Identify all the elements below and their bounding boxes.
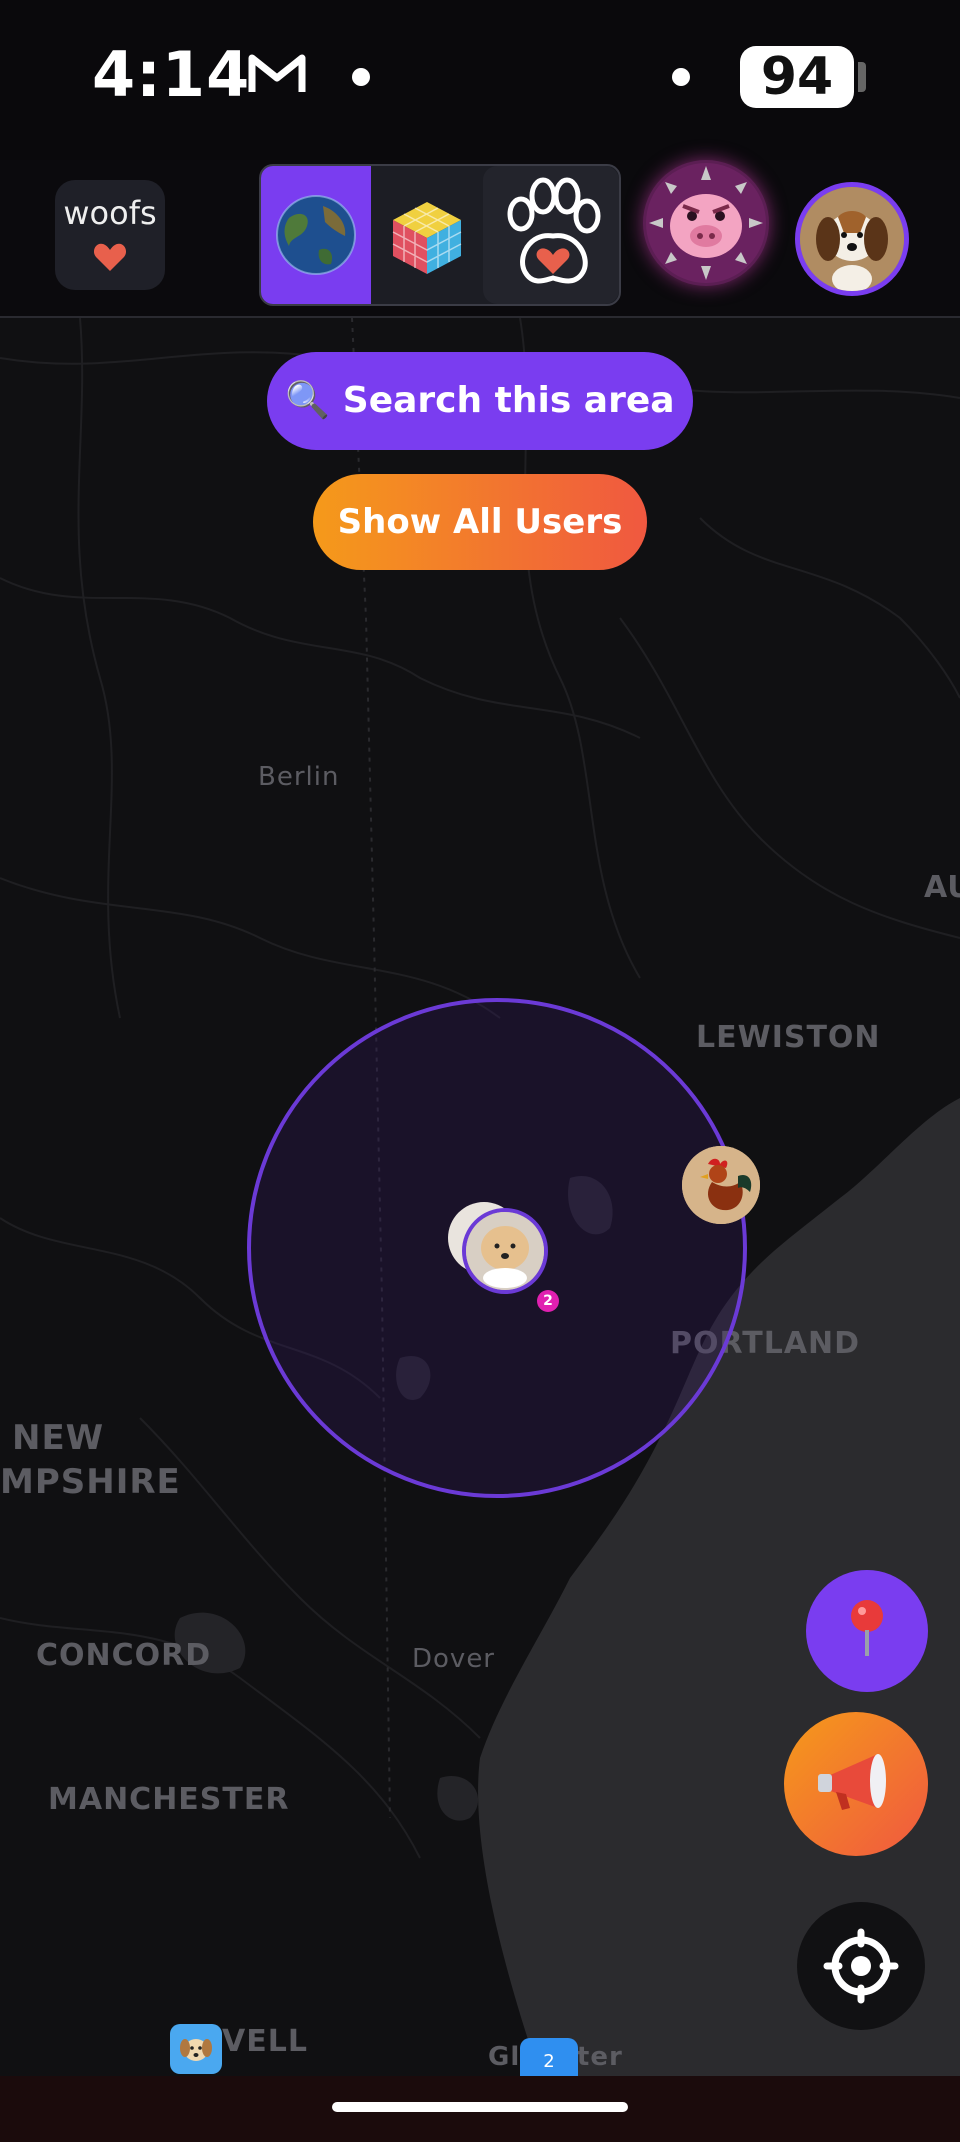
gmail-icon bbox=[248, 54, 306, 92]
map-label-au: AU bbox=[924, 870, 960, 905]
battery-indicator: 94 bbox=[740, 46, 854, 108]
woofs-label: woofs bbox=[63, 194, 157, 232]
pig-avatar[interactable] bbox=[643, 160, 769, 286]
paw-heart-icon bbox=[507, 177, 601, 284]
drop-pin-button[interactable] bbox=[806, 1570, 928, 1692]
status-bar: 4:14 94 bbox=[0, 0, 960, 160]
broadcast-button[interactable] bbox=[784, 1712, 928, 1856]
filter-rainbow-cube[interactable] bbox=[371, 166, 483, 304]
notification-dot-icon bbox=[352, 68, 370, 86]
beagle-puppy-icon bbox=[800, 187, 904, 291]
my-location-button[interactable] bbox=[797, 1902, 925, 2030]
chow-dog-icon bbox=[466, 1212, 544, 1290]
beagle-puppy-avatar[interactable] bbox=[795, 182, 909, 296]
battery-tip bbox=[858, 62, 866, 92]
dog-cluster-chip[interactable] bbox=[170, 2024, 222, 2074]
filter-paw-heart[interactable] bbox=[483, 166, 619, 304]
chow-dog-marker[interactable] bbox=[462, 1208, 548, 1294]
woofs-button[interactable]: woofs bbox=[55, 180, 165, 290]
map-label-concord: CONCORD bbox=[36, 1638, 212, 1673]
map-label-lewiston: LEWISTON bbox=[696, 1020, 881, 1055]
marker-count-badge: 2 bbox=[537, 1290, 559, 1312]
crosshair-icon bbox=[823, 1928, 899, 2004]
notification-dot-icon bbox=[672, 68, 690, 86]
pig-avatar-icon bbox=[646, 163, 766, 283]
map-label-mpshire: MPSHIRE bbox=[0, 1462, 181, 1502]
map-label-berlin: Berlin bbox=[258, 762, 340, 792]
rooster-icon bbox=[682, 1146, 760, 1224]
map-pin-icon bbox=[851, 1600, 883, 1656]
top-header: woofs bbox=[0, 160, 960, 318]
rainbow-cube-icon bbox=[392, 202, 462, 274]
filter-segmented-control bbox=[259, 164, 621, 306]
home-indicator[interactable] bbox=[332, 2102, 628, 2112]
filter-globe[interactable] bbox=[261, 166, 371, 304]
map-label-new: NEW bbox=[12, 1418, 105, 1458]
map-label-vell: VELL bbox=[222, 2024, 308, 2059]
user-cluster-chip[interactable]: 2 bbox=[520, 2038, 578, 2078]
dog-icon bbox=[180, 2039, 212, 2061]
show-all-users-button[interactable]: Show All Users bbox=[313, 474, 647, 570]
map-label-dover: Dover bbox=[412, 1644, 495, 1674]
status-time: 4:14 bbox=[92, 38, 251, 111]
search-this-area-button[interactable]: 🔍 Search this area bbox=[267, 352, 693, 450]
megaphone-icon bbox=[818, 1754, 886, 1810]
globe-icon bbox=[276, 195, 356, 275]
heart-icon bbox=[93, 243, 127, 271]
map-label-manchester: MANCHESTER bbox=[48, 1782, 290, 1817]
rooster-marker[interactable] bbox=[682, 1146, 760, 1224]
